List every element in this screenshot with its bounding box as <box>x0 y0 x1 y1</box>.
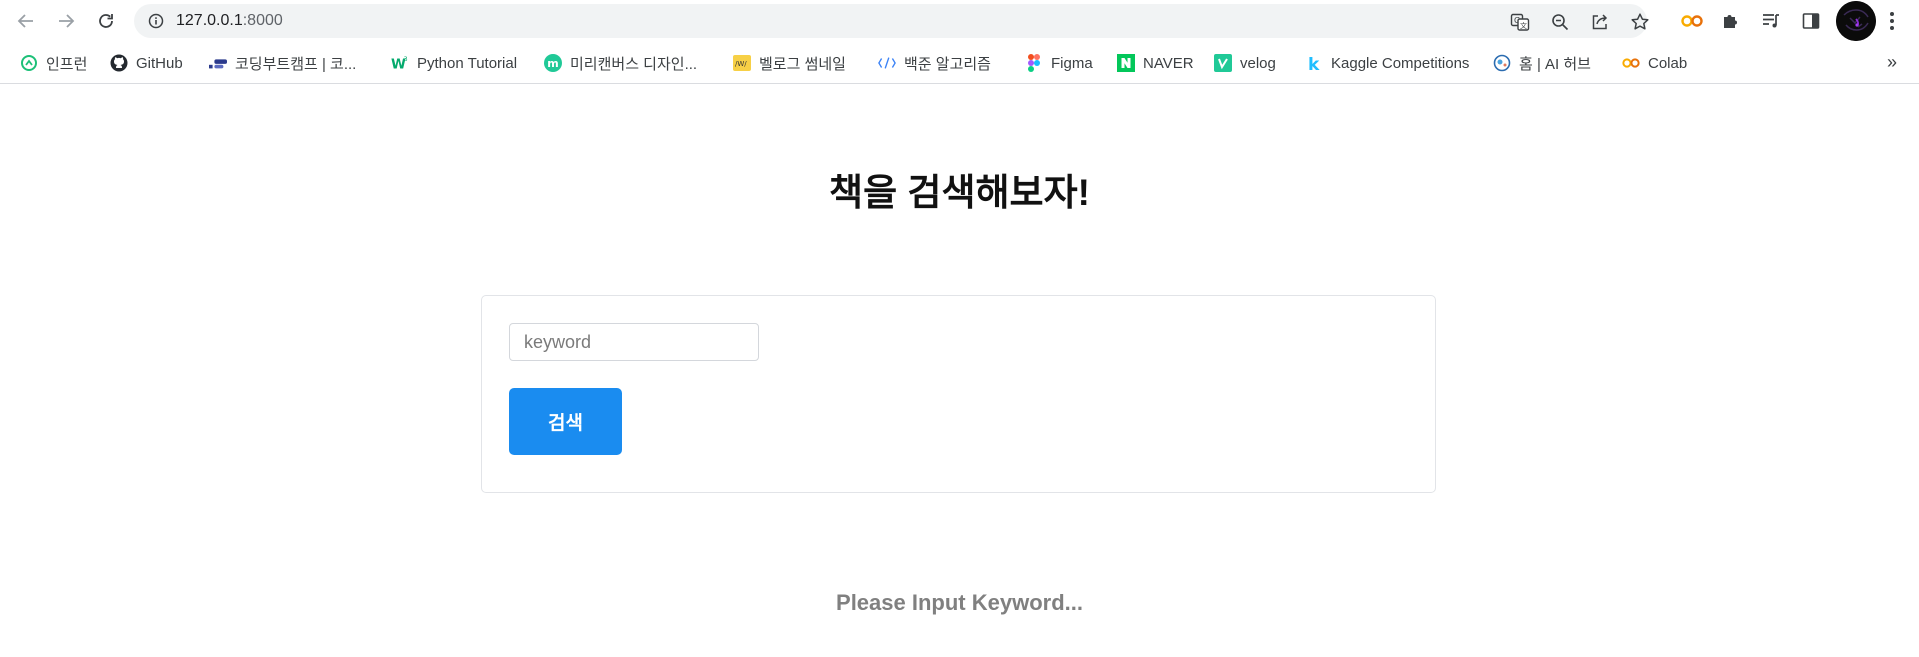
bookmark-item[interactable]: velog <box>1214 49 1276 77</box>
puzzle-icon[interactable] <box>1720 10 1742 32</box>
more-vert-icon[interactable] <box>1886 10 1898 32</box>
aihub-icon <box>1493 54 1511 72</box>
velog-icon <box>1214 54 1232 72</box>
bookmark-label: NAVER <box>1143 54 1194 72</box>
reading-list-icon[interactable] <box>1760 10 1782 32</box>
naver-icon <box>1117 54 1135 72</box>
inflearn-icon <box>20 54 38 72</box>
address-bar[interactable]: 127.0.0.1:8000 G文 <box>134 4 1650 38</box>
svg-text:3: 3 <box>404 56 408 63</box>
status-message: Please Input Keyword... <box>836 590 1083 615</box>
bookmark-item[interactable]: GitHub <box>110 49 183 77</box>
avatar[interactable] <box>1836 1 1876 41</box>
bookmark-item[interactable]: /W/ 벨로그 썸네일 <box>733 49 846 77</box>
thumbnail-icon: /W/ <box>733 54 751 72</box>
bookmark-label: Figma <box>1051 54 1093 72</box>
side-panel-icon[interactable] <box>1800 10 1822 32</box>
share-icon[interactable] <box>1590 12 1610 32</box>
browser-toolbar: 127.0.0.1:8000 G文 <box>0 0 1919 42</box>
svg-text:k: k <box>1308 55 1320 72</box>
bookmark-item[interactable]: Figma <box>1025 49 1093 77</box>
bookmark-label: GitHub <box>136 54 183 72</box>
bookmark-item[interactable]: k Kaggle Competitions <box>1305 49 1469 77</box>
url-text[interactable]: 127.0.0.1:8000 <box>176 4 283 38</box>
info-icon[interactable] <box>148 13 164 34</box>
search-input[interactable] <box>509 323 759 361</box>
svg-text:文: 文 <box>1520 21 1527 30</box>
figma-icon <box>1025 54 1043 72</box>
zoom-out-icon[interactable] <box>1550 12 1570 32</box>
search-button[interactable]: 검색 <box>509 388 622 455</box>
miricanvas-icon: m <box>544 54 562 72</box>
bookmark-label: Kaggle Competitions <box>1331 54 1470 72</box>
colab-icon <box>1622 54 1640 72</box>
bookmarks-overflow-button[interactable]: » <box>1887 52 1897 73</box>
bookmark-label: 코딩부트캠프 | 코... <box>235 55 357 73</box>
back-arrow-icon[interactable] <box>14 9 38 33</box>
bookmark-label: 홈 | AI 허브 <box>1519 55 1591 73</box>
bootcamp-icon <box>209 54 227 72</box>
bookmark-item[interactable]: 백준 알고리즘 <box>878 49 991 77</box>
kaggle-icon: k <box>1305 54 1323 72</box>
reload-icon[interactable] <box>94 9 118 33</box>
url-port: :8000 <box>242 12 283 29</box>
bookmark-item[interactable]: 코딩부트캠프 | 코... <box>209 49 356 77</box>
svg-text:/W/: /W/ <box>735 60 747 68</box>
bookmarks-bar: 인프런 GitHub 코딩부트캠프 | 코... W3 Python Tutor… <box>0 42 1919 84</box>
bookmark-label: Python Tutorial <box>417 54 518 72</box>
bookmark-label: 미리캔버스 디자인... <box>570 55 698 73</box>
bookmark-label: Colab <box>1648 54 1688 72</box>
bookmark-item[interactable]: 인프런 <box>20 49 87 77</box>
code-icon <box>878 54 896 72</box>
bookmark-item[interactable]: Colab <box>1622 49 1687 77</box>
svg-text:m: m <box>547 57 558 70</box>
forward-arrow-icon[interactable] <box>54 9 78 33</box>
bookmark-item[interactable]: m 미리캔버스 디자인... <box>544 49 697 77</box>
bookmark-label: 벨로그 썸네일 <box>759 55 846 73</box>
github-icon <box>110 54 128 72</box>
bookmark-item[interactable]: W3 Python Tutorial <box>391 49 517 77</box>
search-card: 검색 <box>481 295 1436 493</box>
bookmark-label: velog <box>1240 54 1276 72</box>
url-host: 127.0.0.1 <box>176 12 243 29</box>
bookmark-item[interactable]: 홈 | AI 허브 <box>1493 49 1591 77</box>
bookmark-label: 백준 알고리즘 <box>904 55 991 73</box>
bookmark-item[interactable]: NAVER <box>1117 49 1194 77</box>
page-title: 책을 검색해보자! <box>829 172 1090 213</box>
w3schools-icon: W3 <box>391 54 409 72</box>
colab-icon[interactable] <box>1681 10 1703 32</box>
bookmark-label: 인프런 <box>46 55 88 73</box>
star-icon[interactable] <box>1630 12 1650 32</box>
translate-icon[interactable]: G文 <box>1510 12 1530 32</box>
